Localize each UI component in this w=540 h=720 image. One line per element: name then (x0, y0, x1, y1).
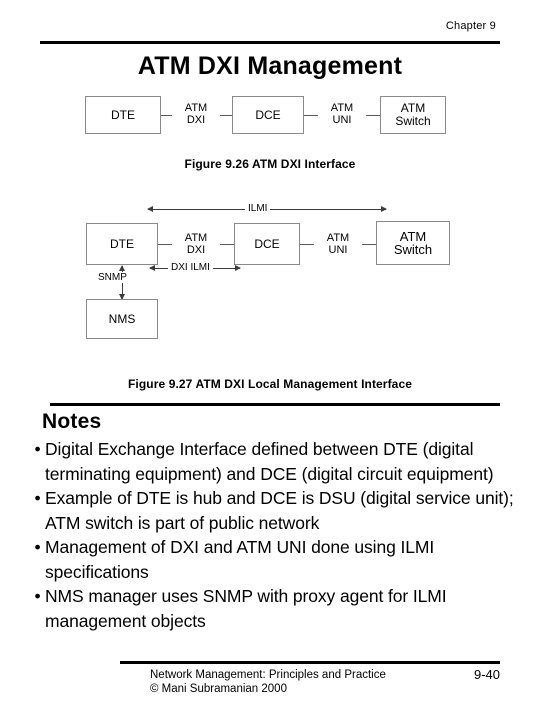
link-label-atm-dxi: ATM DXI (172, 102, 220, 126)
bullet-icon: • (34, 439, 41, 459)
node2-nms-label: NMS (108, 311, 136, 326)
arrow-ilmi-label: ILMI (245, 203, 271, 214)
link2-label-atm-dxi: ATM DXI (172, 232, 220, 256)
page-title: ATM DXI Management (137, 52, 403, 80)
list-item: • Example of DTE is hub and DCE is DSU (… (30, 486, 530, 535)
link2-label-atm-uni-line2: UNI (328, 244, 348, 256)
node-dce-label: DCE (255, 107, 281, 122)
list-item: • Digital Exchange Interface defined bet… (30, 437, 530, 486)
node-atm-switch-label-line2: Switch (395, 114, 431, 128)
link-label-atm-uni-line1: ATM (330, 102, 354, 114)
footer-credit-line2: © Mani Subramanian 2000 (150, 683, 287, 695)
link2-label-atm-dxi-line2: DXI (186, 244, 206, 256)
arrow-dxi-ilmi-label: DXI ILMI (168, 262, 213, 273)
bullet-icon: • (34, 537, 41, 557)
link-label-atm-dxi-line2: DXI (186, 114, 206, 126)
note-text: Example of DTE is hub and DCE is DSU (di… (45, 488, 514, 533)
node2-atm-switch: ATM Switch (376, 221, 450, 265)
list-item: • NMS manager uses SNMP with proxy agent… (30, 584, 530, 633)
note-text: NMS manager uses SNMP with proxy agent f… (45, 586, 447, 631)
footer-divider (120, 661, 500, 664)
node2-atm-switch-label-line2: Switch (393, 242, 433, 257)
node-atm-switch: ATM Switch (380, 96, 446, 134)
chapter-label: Chapter 9 (445, 20, 496, 32)
header-divider (40, 41, 500, 44)
bullet-icon: • (34, 586, 41, 606)
node-dce: DCE (232, 96, 304, 134)
notes-heading: Notes (42, 410, 102, 433)
node2-dce: DCE (234, 223, 300, 265)
link2-label-atm-dxi-line1: ATM (184, 232, 208, 244)
page-number: 9-40 (473, 667, 500, 682)
node-dte-label: DTE (111, 107, 135, 122)
node2-nms: NMS (86, 299, 158, 339)
figure-9-26-caption: Figure 9.26 ATM DXI Interface (184, 157, 356, 171)
note-text: Management of DXI and ATM UNI done using… (45, 537, 435, 582)
link2-label-atm-uni: ATM UNI (314, 232, 362, 256)
footer-credit: Network Management: Principles and Pract… (150, 668, 386, 696)
notes-divider (50, 403, 500, 406)
link-label-atm-dxi-line1: ATM (184, 102, 208, 114)
bullet-icon: • (34, 488, 41, 508)
list-item: • Management of DXI and ATM UNI done usi… (30, 535, 530, 584)
footer-credit-line1: Network Management: Principles and Pract… (150, 669, 386, 681)
link-label-atm-uni-line2: UNI (332, 114, 352, 126)
figure-9-27-caption: Figure 9.27 ATM DXI Local Management Int… (128, 377, 412, 391)
node-dte: DTE (85, 96, 161, 134)
node2-dce-label: DCE (254, 236, 280, 251)
arrow-snmp-label: SNMP (95, 272, 130, 283)
note-text: Digital Exchange Interface defined betwe… (45, 439, 494, 484)
link2-label-atm-uni-line1: ATM (326, 232, 350, 244)
link-label-atm-uni: ATM UNI (318, 102, 366, 126)
node2-dte: DTE (86, 223, 158, 265)
node2-dte-label: DTE (110, 236, 134, 251)
notes-list: • Digital Exchange Interface defined bet… (30, 437, 530, 633)
